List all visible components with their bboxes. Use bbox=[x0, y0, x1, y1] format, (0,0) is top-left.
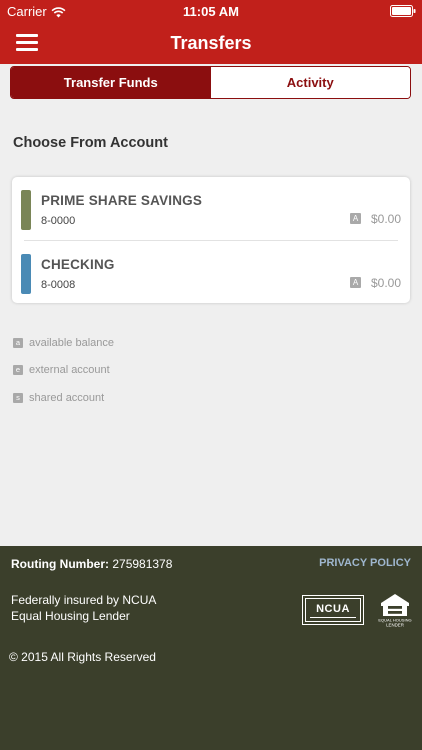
copyright-text: © 2015 All Rights Reserved bbox=[9, 650, 156, 664]
account-balance: $0.00 bbox=[370, 276, 401, 290]
account-number: 8-0000 bbox=[41, 215, 76, 227]
account-number: 8-0008 bbox=[41, 279, 76, 291]
account-balance: $0.00 bbox=[370, 212, 401, 226]
tab-transfer-funds[interactable]: Transfer Funds bbox=[11, 67, 211, 98]
available-balance-badge: A bbox=[350, 213, 361, 224]
legend-label: available balance bbox=[29, 336, 115, 349]
footer: Routing Number: 275981378 PRIVACY POLICY… bbox=[0, 546, 422, 750]
legend-badge: e bbox=[13, 365, 23, 376]
battery-icon bbox=[390, 5, 416, 17]
section-title: Choose From Account bbox=[13, 135, 168, 151]
routing-number: Routing Number: 275981378 bbox=[11, 557, 172, 571]
routing-value: 275981378 bbox=[112, 557, 173, 571]
ncua-logo-text: NCUA bbox=[316, 602, 350, 615]
account-list: PRIME SHARE SAVINGS 8-0000 A $0.00 CHECK… bbox=[12, 177, 410, 303]
equal-housing-text: Equal Housing Lender bbox=[11, 609, 130, 623]
svg-text:LENDER: LENDER bbox=[386, 623, 404, 628]
account-color-indicator bbox=[21, 190, 31, 230]
legend-item-available-balance: a available balance bbox=[13, 329, 114, 357]
legend-badge: s bbox=[13, 392, 23, 403]
account-name: PRIME SHARE SAVINGS bbox=[41, 193, 203, 208]
account-row-checking[interactable]: CHECKING 8-0008 A $0.00 bbox=[12, 241, 410, 304]
tab-activity[interactable]: Activity bbox=[210, 67, 410, 98]
transfer-tabs: Transfer Funds Activity bbox=[10, 66, 411, 99]
account-row-prime-share-savings[interactable]: PRIME SHARE SAVINGS 8-0000 A $0.00 bbox=[12, 177, 410, 240]
routing-label: Routing Number: bbox=[11, 557, 109, 571]
navigation-bar: Transfers bbox=[0, 22, 422, 64]
status-time: 11:05 AM bbox=[183, 4, 239, 19]
legend-item-external-account: e external account bbox=[13, 357, 114, 385]
legend-label: external account bbox=[29, 364, 110, 377]
ncua-insured-text: Federally insured by NCUA bbox=[11, 593, 157, 607]
legend-label: shared account bbox=[29, 391, 105, 404]
account-name: CHECKING bbox=[41, 257, 115, 272]
privacy-policy-link[interactable]: PRIVACY POLICY bbox=[319, 557, 411, 569]
status-bar: Carrier 11:05 AM bbox=[0, 0, 422, 22]
equal-housing-lender-logo: EQUAL HOUSING LENDER bbox=[378, 594, 412, 628]
badge-legend: a available balance e external account s… bbox=[13, 329, 114, 412]
page-title: Transfers bbox=[170, 33, 252, 53]
available-balance-badge: A bbox=[350, 277, 361, 288]
legend-badge: a bbox=[13, 337, 23, 348]
ncua-logo: NCUA bbox=[302, 595, 364, 625]
account-color-indicator bbox=[21, 254, 31, 294]
legend-item-shared-account: s shared account bbox=[13, 384, 114, 412]
